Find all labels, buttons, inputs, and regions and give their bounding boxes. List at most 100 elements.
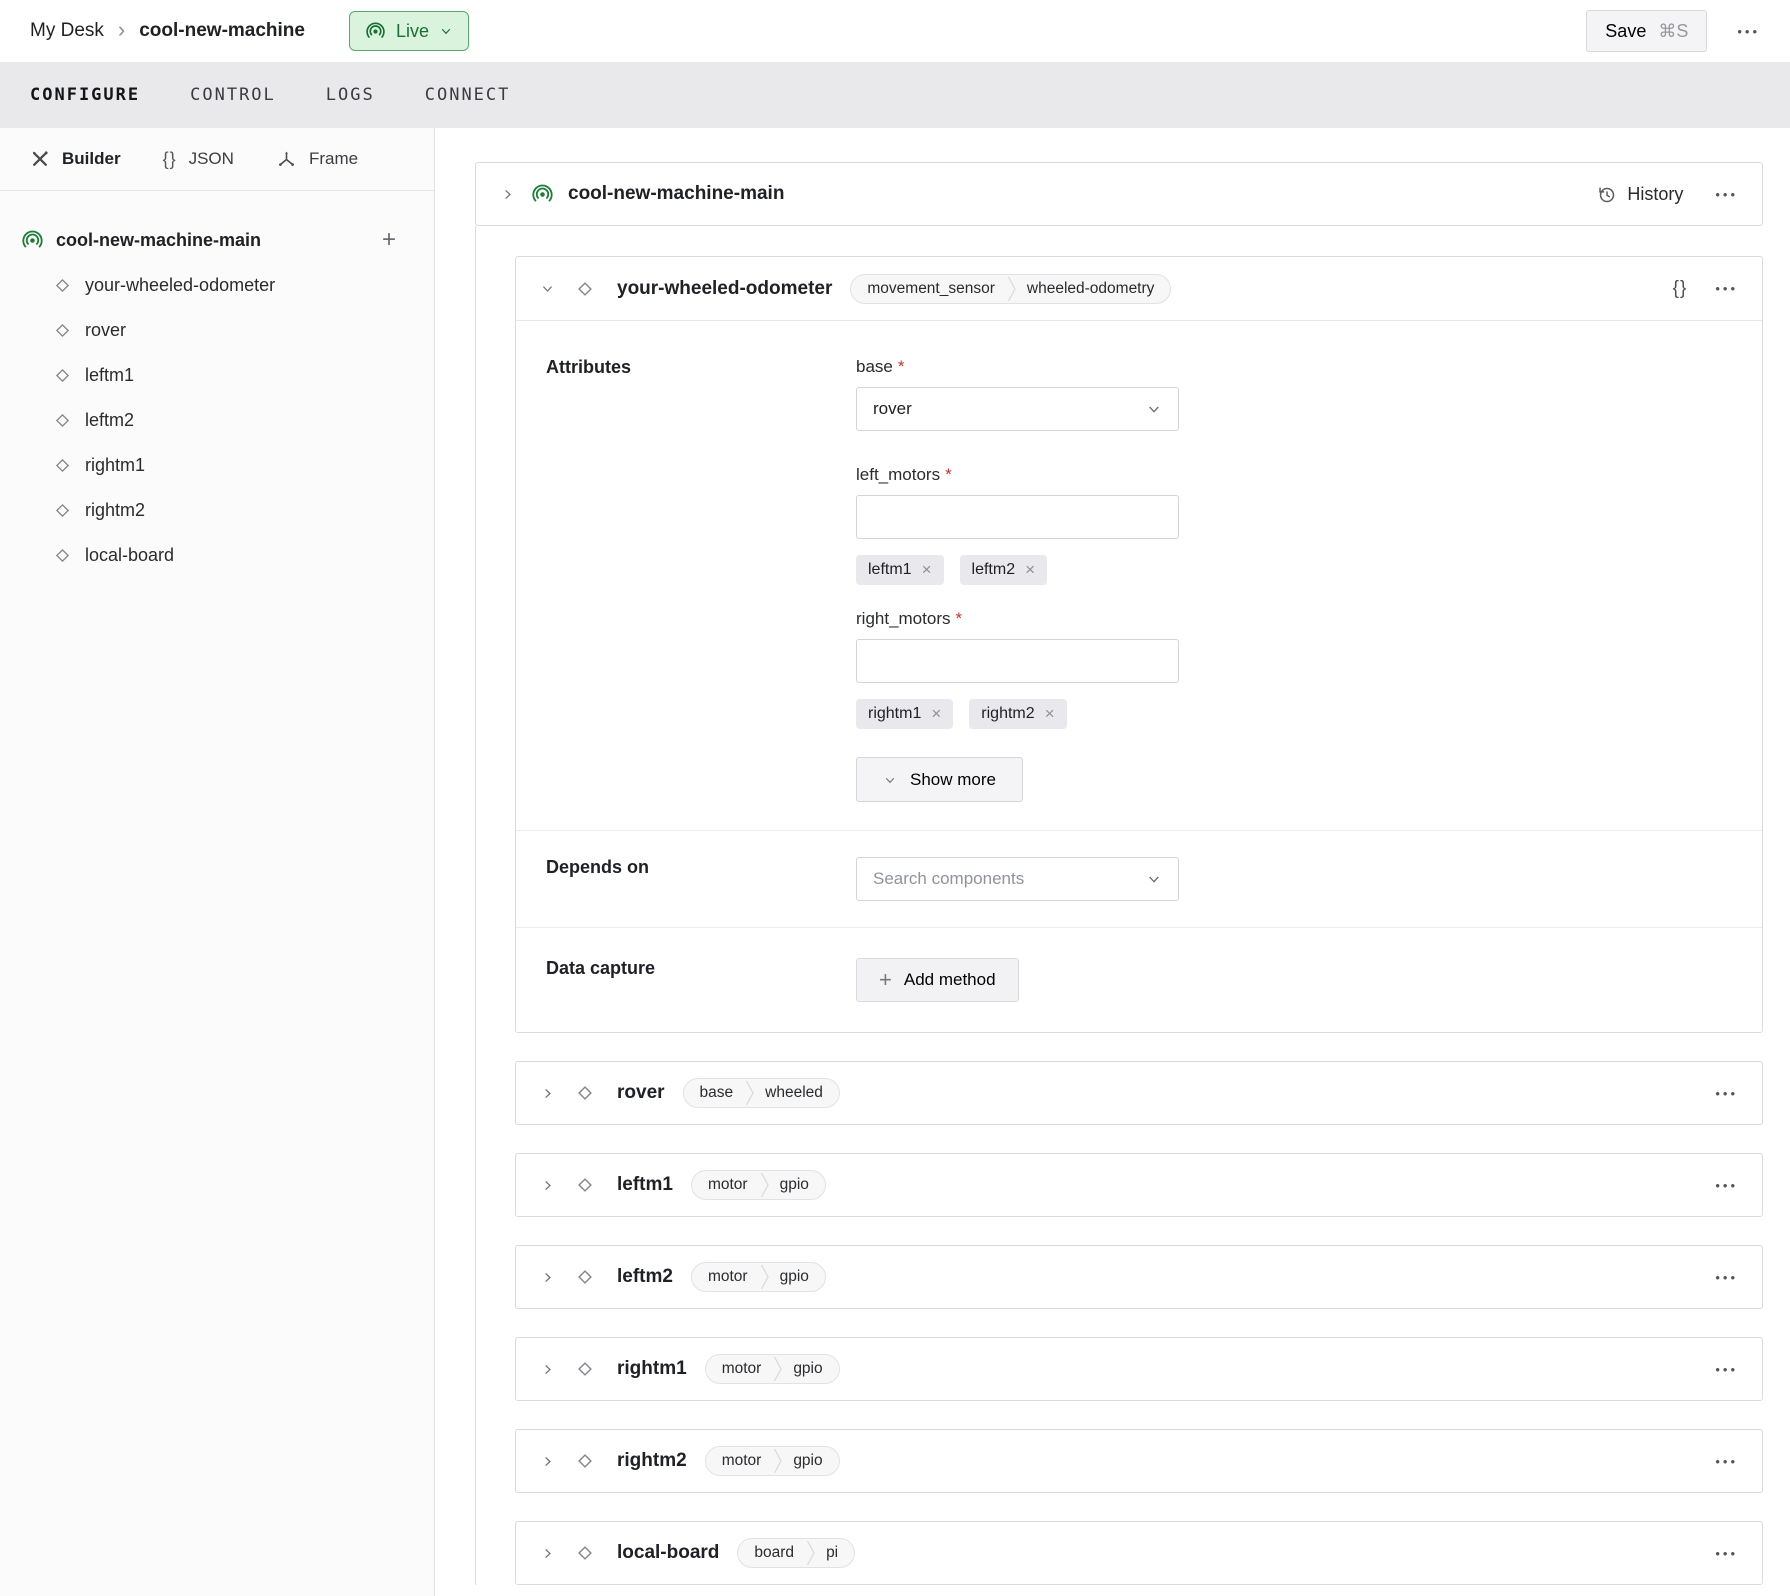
header-more-menu-icon[interactable]: ••• — [1737, 25, 1760, 38]
base-select-value: rover — [873, 399, 912, 419]
component-diamond-icon — [53, 501, 72, 520]
sidebar-item-leftm2[interactable]: leftm2 — [21, 398, 412, 443]
sidebar-item-leftm1[interactable]: leftm1 — [21, 353, 412, 398]
component-name: rightm1 — [617, 1358, 687, 1380]
resource-tree: cool-new-machine-main + your-wheeled-odo… — [0, 191, 434, 578]
right-motors-input[interactable] — [856, 639, 1179, 683]
chip-remove-icon[interactable]: × — [922, 560, 932, 580]
chevron-right-icon[interactable] — [540, 1362, 555, 1377]
sidebar-item-your-wheeled-odometer[interactable]: your-wheeled-odometer — [21, 263, 412, 308]
chip-remove-icon[interactable]: × — [1045, 704, 1055, 724]
badge-type: motor — [692, 1176, 760, 1194]
sidebar-item-rover[interactable]: rover — [21, 308, 412, 353]
field-label-text: right_motors — [856, 609, 950, 628]
tab-label: LOGS — [326, 85, 375, 105]
depends-on-heading: Depends on — [546, 857, 856, 901]
component-diamond-icon — [53, 456, 72, 475]
tree-item-label: rightm1 — [85, 455, 145, 476]
tab-configure[interactable]: CONFIGURE — [30, 85, 140, 105]
component-more-menu-icon[interactable]: ••• — [1715, 1179, 1738, 1192]
badge-type: motor — [706, 1452, 774, 1470]
chevron-down-icon — [1146, 401, 1162, 417]
sidebar-item-rightm1[interactable]: rightm1 — [21, 443, 412, 488]
component-card-header: your-wheeled-odometer movement_sensor wh… — [516, 257, 1762, 321]
live-status-label: Live — [396, 21, 429, 42]
chip-rightm2: rightm2 × — [969, 699, 1066, 729]
chip-remove-icon[interactable]: × — [931, 704, 941, 724]
mode-frame[interactable]: Frame — [276, 149, 358, 170]
live-status-badge[interactable]: Live — [349, 11, 469, 51]
required-asterisk: * — [945, 465, 952, 484]
component-more-menu-icon[interactable]: ••• — [1715, 1547, 1738, 1560]
component-card-rightm1: rightm1 motor gpio ••• — [515, 1337, 1763, 1401]
tab-connect[interactable]: CONNECT — [425, 85, 511, 105]
chip-label: rightm1 — [868, 705, 921, 723]
tools-icon — [30, 149, 50, 169]
chevron-right-icon[interactable] — [540, 1086, 555, 1101]
save-button-label: Save — [1605, 21, 1646, 42]
base-field-label: base * — [856, 357, 1179, 377]
badge-model: gpio — [770, 1176, 825, 1194]
history-label: History — [1627, 184, 1683, 205]
tab-control[interactable]: CONTROL — [190, 85, 276, 105]
chevron-down-icon[interactable] — [540, 281, 555, 296]
add-method-button[interactable]: + Add method — [856, 958, 1019, 1002]
breadcrumb-parent[interactable]: My Desk — [30, 20, 104, 42]
add-resource-icon[interactable]: + — [382, 226, 412, 254]
badge-divider-icon — [806, 1538, 816, 1568]
component-diamond-icon — [53, 546, 72, 565]
left-motors-field-label: left_motors* — [856, 465, 1179, 485]
component-type-badge: movement_sensor wheeled-odometry — [850, 274, 1171, 304]
base-select[interactable]: rover — [856, 387, 1179, 431]
braces-icon: {} — [163, 149, 177, 170]
badge-divider-icon — [773, 1446, 783, 1476]
component-diamond-icon — [575, 279, 595, 299]
chevron-right-icon[interactable] — [540, 1546, 555, 1561]
resource-tree-children: your-wheeled-odometer rover leftm1 leftm… — [21, 263, 412, 578]
sidebar-item-rightm2[interactable]: rightm2 — [21, 488, 412, 533]
mode-json[interactable]: {} JSON — [163, 149, 234, 170]
json-view-icon[interactable]: {} — [1673, 278, 1688, 300]
field-label-text: base — [856, 357, 893, 376]
required-asterisk: * — [898, 357, 905, 376]
tab-label: CONFIGURE — [30, 85, 140, 105]
badge-type: base — [684, 1084, 746, 1102]
breadcrumb-separator-icon: › — [118, 19, 125, 41]
component-type-badge: motor gpio — [691, 1262, 826, 1292]
left-motors-input[interactable] — [856, 495, 1179, 539]
chevron-right-icon[interactable] — [540, 1270, 555, 1285]
data-capture-heading: Data capture — [546, 958, 856, 1002]
component-more-menu-icon[interactable]: ••• — [1715, 282, 1738, 295]
component-diamond-icon — [53, 366, 72, 385]
badge-divider-icon — [760, 1170, 770, 1200]
mode-builder[interactable]: Builder — [30, 149, 121, 169]
save-button[interactable]: Save ⌘S — [1586, 10, 1707, 52]
component-name: your-wheeled-odometer — [617, 278, 832, 300]
component-more-menu-icon[interactable]: ••• — [1715, 1455, 1738, 1468]
chip-remove-icon[interactable]: × — [1025, 560, 1035, 580]
chevron-right-icon[interactable] — [540, 1454, 555, 1469]
component-more-menu-icon[interactable]: ••• — [1715, 1271, 1738, 1284]
history-button[interactable]: History — [1596, 184, 1683, 205]
component-type-badge: base wheeled — [683, 1078, 840, 1108]
tab-logs[interactable]: LOGS — [326, 85, 375, 105]
chip-label: leftm1 — [868, 561, 912, 579]
component-name: rover — [617, 1082, 665, 1104]
component-more-menu-icon[interactable]: ••• — [1715, 1363, 1738, 1376]
component-diamond-icon — [575, 1175, 595, 1195]
show-more-label: Show more — [910, 770, 996, 790]
component-name: rightm2 — [617, 1450, 687, 1472]
component-diamond-icon — [53, 321, 72, 340]
tree-item-label: your-wheeled-odometer — [85, 275, 275, 296]
badge-type: movement_sensor — [851, 280, 1007, 298]
sidebar-item-local-board[interactable]: local-board — [21, 533, 412, 578]
show-more-button[interactable]: Show more — [856, 757, 1023, 802]
sidebar-item-main-part[interactable]: cool-new-machine-main + — [21, 217, 412, 263]
component-more-menu-icon[interactable]: ••• — [1715, 1087, 1738, 1100]
badge-type: motor — [706, 1360, 774, 1378]
component-diamond-icon — [575, 1543, 595, 1563]
depends-on-select[interactable]: Search components — [856, 857, 1179, 901]
chevron-right-icon[interactable] — [500, 187, 515, 202]
part-more-menu-icon[interactable]: ••• — [1715, 188, 1738, 201]
chevron-right-icon[interactable] — [540, 1178, 555, 1193]
